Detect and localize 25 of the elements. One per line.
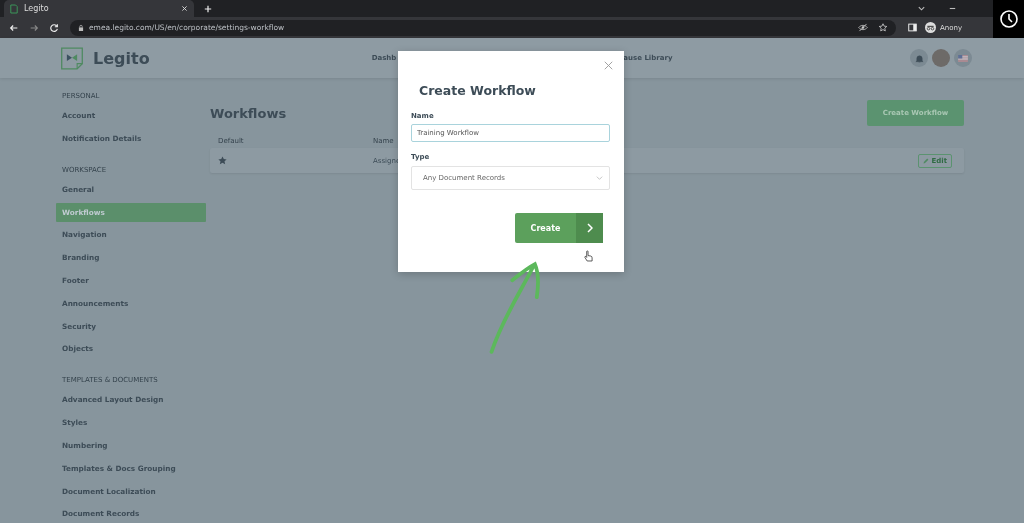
lock-icon — [78, 23, 84, 32]
dialog-title: Create Workflow — [419, 83, 537, 98]
flag-icon — [958, 54, 968, 62]
page-title: Workflows — [210, 105, 287, 121]
create-button[interactable]: Create — [515, 213, 603, 243]
chevron-down-icon — [596, 176, 603, 180]
pencil-icon — [923, 157, 930, 164]
browser-tab[interactable]: Legito — [4, 0, 194, 17]
bell-icon — [914, 53, 924, 63]
tab-title: Legito — [24, 4, 50, 13]
hand-cursor-icon — [584, 250, 593, 263]
document-icon — [10, 3, 18, 14]
incognito-icon — [925, 22, 936, 33]
eye-slash-icon[interactable] — [858, 23, 868, 32]
star-outline-icon[interactable] — [878, 23, 888, 32]
side-panel-icon[interactable] — [908, 23, 917, 32]
notifications-button[interactable] — [910, 49, 928, 67]
chevron-down-icon[interactable] — [917, 4, 926, 13]
clock-icon — [993, 0, 1024, 38]
forward-arrow-icon[interactable] — [29, 22, 39, 33]
reload-icon[interactable] — [49, 22, 59, 33]
new-tab-icon[interactable] — [204, 4, 212, 13]
back-arrow-icon[interactable] — [9, 22, 19, 33]
chevron-right-icon — [586, 223, 593, 233]
logo-text: Legito — [93, 48, 150, 68]
